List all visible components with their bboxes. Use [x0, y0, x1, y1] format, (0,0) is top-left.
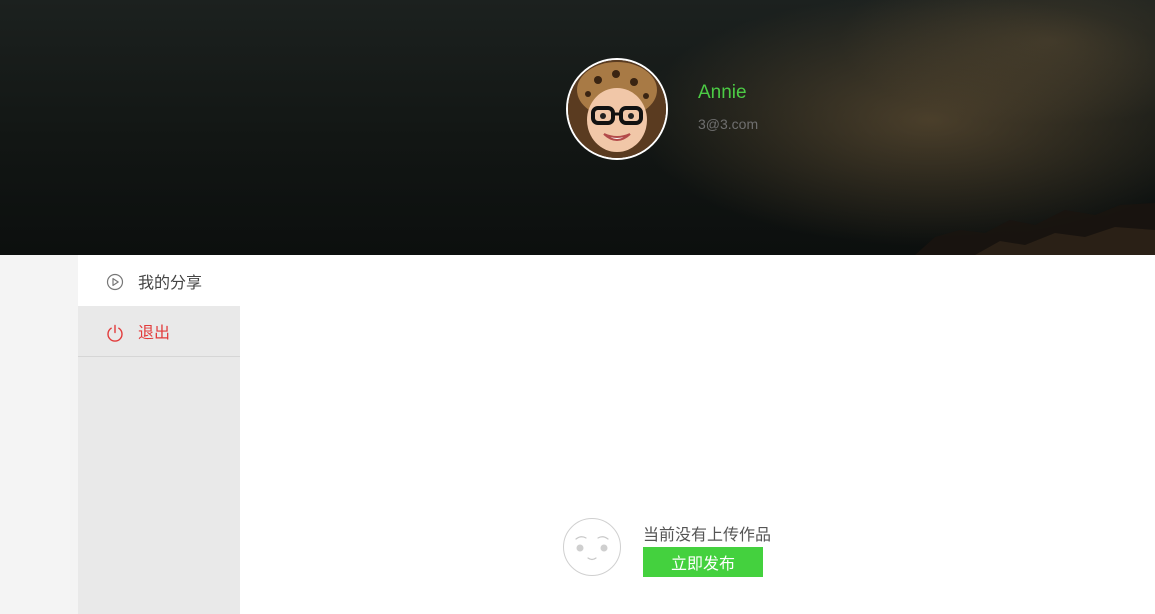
banner-rocks-decoration: [915, 203, 1155, 255]
sidebar-item-label: 退出: [138, 323, 171, 342]
sidebar-item-label: 我的分享: [138, 272, 203, 292]
main-content: 当前没有上传作品 立即发布: [240, 255, 1155, 614]
sidebar-menu: 我的分享 退出: [78, 255, 240, 614]
user-name: Annie: [698, 82, 747, 103]
user-email: 3@3.com: [698, 116, 759, 132]
empty-state-message: 当前没有上传作品: [643, 525, 772, 544]
sidebar-item-my-shares[interactable]: 我的分享: [78, 255, 240, 306]
power-icon: [107, 324, 123, 342]
play-circle-icon: [106, 273, 124, 291]
publish-now-button[interactable]: 立即发布: [643, 547, 763, 577]
user-avatar[interactable]: [566, 58, 668, 160]
empty-face-icon: [563, 518, 621, 576]
profile-banner: Annie 3@3.com: [0, 0, 1155, 255]
sidebar-item-logout[interactable]: 退出: [78, 306, 240, 357]
